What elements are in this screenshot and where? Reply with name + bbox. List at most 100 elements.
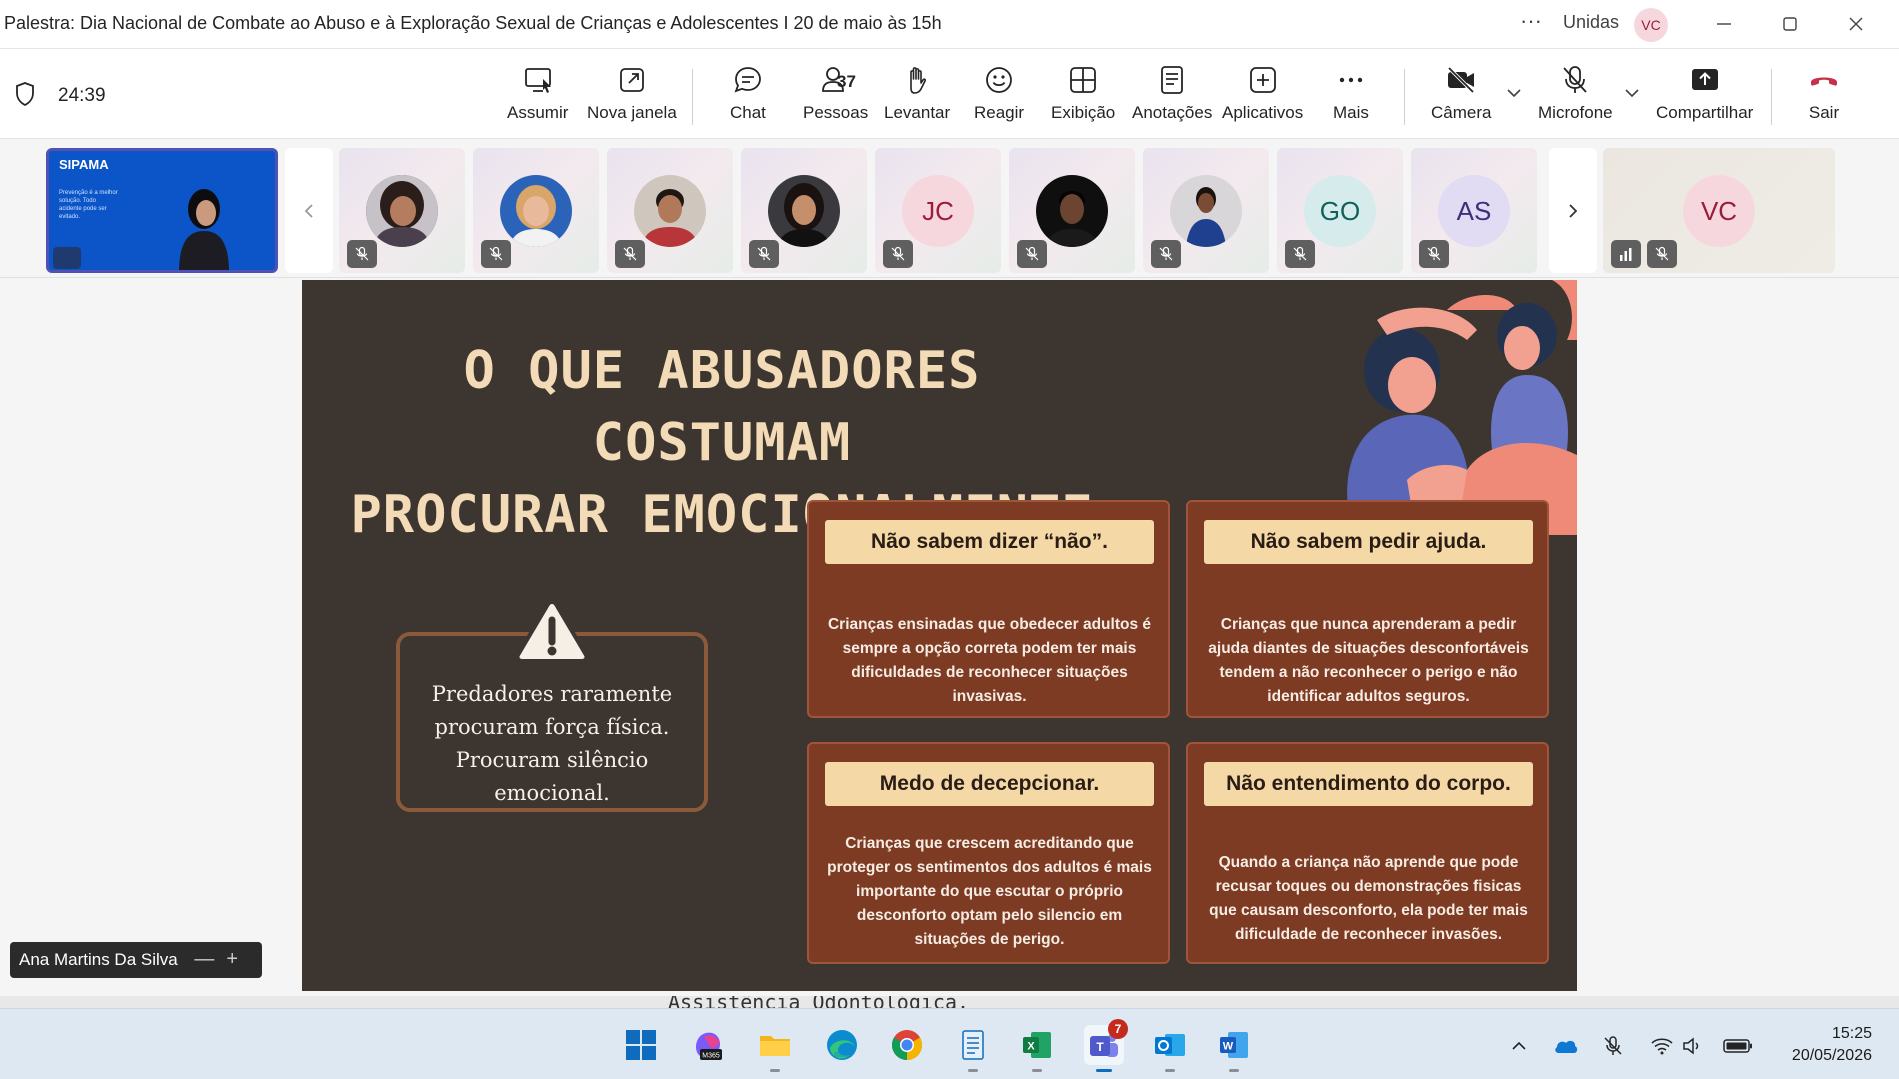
name-tag-controls[interactable]: —+ — [194, 948, 250, 971]
apps-button[interactable]: Aplicativos — [1222, 63, 1303, 123]
chat-button[interactable]: Chat — [730, 63, 766, 123]
chat-icon — [734, 67, 761, 93]
participant-tile[interactable] — [741, 148, 867, 273]
maximize-button[interactable] — [1776, 10, 1804, 38]
participant-tile[interactable] — [1143, 148, 1269, 273]
info-card-heading: Medo de decepcionar. — [825, 762, 1154, 806]
self-video-tile[interactable]: VC — [1603, 148, 1835, 273]
more-button[interactable]: Mais — [1333, 63, 1369, 123]
participant-tile[interactable]: AS — [1411, 148, 1537, 273]
file-explorer-app[interactable] — [755, 1025, 795, 1072]
participant-initials-avatar: JC — [902, 175, 974, 247]
muted-indicator — [883, 240, 913, 268]
sipama-brand: SIPAMA — [59, 157, 109, 172]
m365-icon: M365 — [696, 1032, 722, 1060]
mic-off-icon — [1655, 246, 1669, 261]
minimize-icon — [1717, 23, 1731, 25]
participant-tile[interactable] — [1009, 148, 1135, 273]
connection-signal-icon[interactable] — [1611, 240, 1641, 268]
chrome-app[interactable] — [887, 1025, 927, 1065]
people-count: 37 — [837, 72, 856, 91]
info-card-heading: Não entendimento do corpo. — [1204, 762, 1533, 806]
system-clock[interactable]: 15:25 20/05/2026 — [1776, 1023, 1872, 1067]
start-button[interactable] — [621, 1025, 661, 1065]
muted-indicator — [347, 240, 377, 268]
participant-tile[interactable]: JC — [875, 148, 1001, 273]
svg-text:W: W — [1223, 1041, 1234, 1053]
teams-app[interactable]: T 7 — [1084, 1019, 1128, 1072]
outlook-app[interactable] — [1150, 1025, 1190, 1072]
minimize-button[interactable] — [1710, 10, 1738, 38]
notepad-app[interactable] — [953, 1025, 993, 1072]
microphone-off-icon — [1563, 66, 1587, 93]
shared-screen-thumbnail[interactable]: SIPAMA Prevenção é a melhor solução. Tod… — [46, 148, 278, 273]
battery-tray[interactable] — [1722, 1033, 1754, 1059]
running-indicator — [770, 1069, 780, 1072]
raise-hand-button[interactable]: Levantar — [884, 63, 950, 123]
person-photo-icon — [366, 175, 438, 247]
warning-text: Predadores raramente procuram força físi… — [431, 682, 673, 805]
microphone-options-chevron-icon[interactable] — [1622, 83, 1642, 103]
person-photo-icon — [634, 175, 706, 247]
view-label: Exibição — [1051, 103, 1116, 122]
meeting-timer: 24:39 — [58, 85, 106, 106]
edge-app[interactable] — [822, 1025, 862, 1065]
close-button[interactable] — [1842, 10, 1870, 38]
new-window-button[interactable]: Nova janela — [587, 63, 677, 123]
info-card: Medo de decepcionar. Crianças que cresce… — [807, 742, 1170, 964]
close-icon — [1849, 17, 1863, 31]
shield-icon[interactable] — [14, 81, 36, 107]
microsoft-365-app[interactable]: M365 — [688, 1025, 728, 1065]
network-tray[interactable] — [1649, 1033, 1675, 1059]
show-hidden-icons-button[interactable] — [1506, 1033, 1532, 1059]
meeting-toolbar: 24:39 Assumir Nova janela Chat Pessoas 3… — [0, 48, 1899, 138]
microphone-button[interactable]: Microfone — [1538, 63, 1613, 123]
people-button[interactable]: Pessoas — [803, 63, 868, 123]
camera-label: Câmera — [1431, 103, 1492, 122]
mic-tray[interactable] — [1600, 1033, 1626, 1059]
person-photo-icon — [500, 175, 572, 247]
maximize-icon — [1783, 17, 1797, 31]
mic-off-icon — [355, 246, 369, 261]
info-card-text: Crianças ensinadas que obedecer adultos … — [827, 616, 1152, 705]
camera-options-chevron-icon[interactable] — [1504, 83, 1524, 103]
take-control-button[interactable]: Assumir — [507, 63, 568, 123]
excel-icon: X — [1023, 1032, 1051, 1058]
participant-photo — [634, 175, 706, 247]
view-button[interactable]: Exibição — [1051, 63, 1115, 123]
screen-share-indicator-icon — [53, 247, 81, 269]
onedrive-tray[interactable] — [1553, 1033, 1579, 1059]
volume-tray[interactable] — [1680, 1033, 1706, 1059]
muted-indicator — [1647, 240, 1677, 268]
screen-cursor-icon — [524, 68, 551, 93]
folder-icon — [760, 1036, 790, 1056]
next-participants-button[interactable] — [1549, 148, 1597, 273]
word-app[interactable]: W — [1214, 1025, 1254, 1072]
toolbar-divider — [1771, 69, 1772, 125]
background-document-strip: Assistência Odontológica. — [0, 996, 1899, 1008]
org-name[interactable]: Unidas — [1563, 12, 1619, 33]
presenter-name-tag[interactable]: Ana Martins Da Silva —+ — [10, 942, 262, 978]
more-options-icon[interactable]: ··· — [1520, 8, 1542, 34]
mic-off-icon — [1293, 246, 1307, 261]
window-title: Palestra: Dia Nacional de Combate ao Abu… — [4, 13, 942, 33]
share-button[interactable]: Compartilhar — [1656, 63, 1753, 123]
participant-tile[interactable] — [607, 148, 733, 273]
leave-label: Sair — [1808, 103, 1840, 122]
excel-app[interactable]: X — [1017, 1025, 1057, 1072]
react-button[interactable]: Reagir — [974, 63, 1024, 123]
camera-button[interactable]: Câmera — [1431, 63, 1491, 123]
microphone-muted-icon — [1604, 1036, 1622, 1055]
account-avatar[interactable]: VC — [1634, 8, 1668, 42]
info-card-text: Quando a criança não aprende que pode re… — [1209, 854, 1528, 943]
person-photo-icon — [1036, 175, 1108, 247]
leave-button[interactable]: Sair — [1807, 63, 1841, 123]
participant-initials-avatar: GO — [1304, 175, 1376, 247]
participant-tile[interactable] — [473, 148, 599, 273]
participant-tile[interactable]: GO — [1277, 148, 1403, 273]
notes-label: Anotações — [1132, 103, 1213, 122]
notes-button[interactable]: Anotações — [1132, 63, 1212, 123]
previous-participants-button[interactable] — [285, 148, 333, 273]
participant-tile[interactable] — [339, 148, 465, 273]
mic-off-icon — [1427, 246, 1441, 261]
